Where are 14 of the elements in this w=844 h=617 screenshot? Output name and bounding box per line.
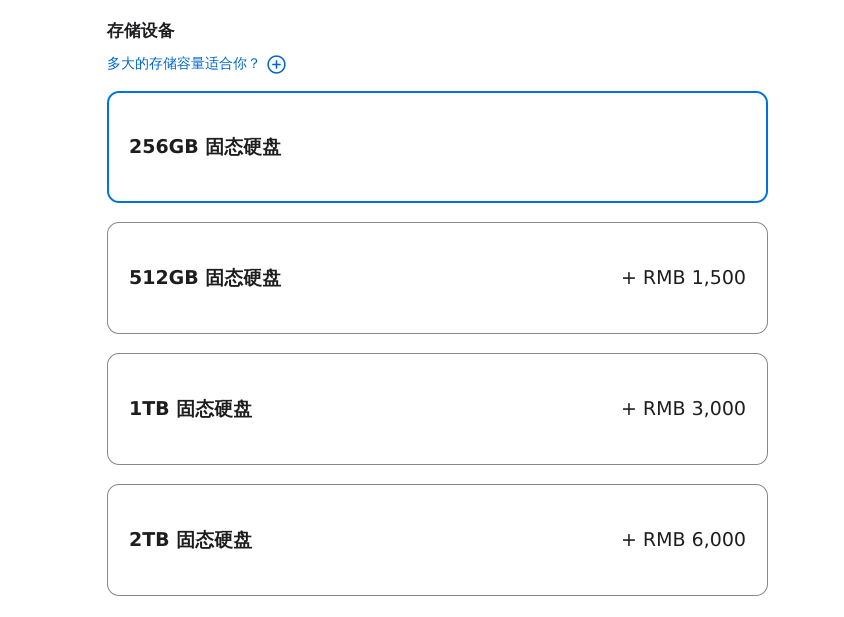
price-text: + RMB 1,500 <box>620 267 746 289</box>
price-text: + RMB 6,000 <box>620 529 746 551</box>
option-label: 2TB 固态硬盘 <box>129 528 252 553</box>
help-link[interactable]: 多大的存储容量适合你？ <box>107 54 286 74</box>
section-title: 存储设备 <box>107 20 176 43</box>
storage-option-card[interactable]: 2TB 固态硬盘 + RMB 6,000 <box>107 484 768 596</box>
storage-option-card[interactable]: 512GB 固态硬盘 + RMB 1,500 <box>107 222 768 334</box>
plus-circle-icon <box>267 54 286 74</box>
option-label: 1TB 固态硬盘 <box>129 397 252 422</box>
option-label: 256GB 固态硬盘 <box>129 135 282 160</box>
option-label: 512GB 固态硬盘 <box>129 266 282 291</box>
price-text: + RMB 3,000 <box>620 398 746 420</box>
storage-option-card[interactable]: 1TB 固态硬盘 + RMB 3,000 <box>107 353 768 465</box>
storage-option-card[interactable]: 256GB 固态硬盘 <box>107 91 768 203</box>
